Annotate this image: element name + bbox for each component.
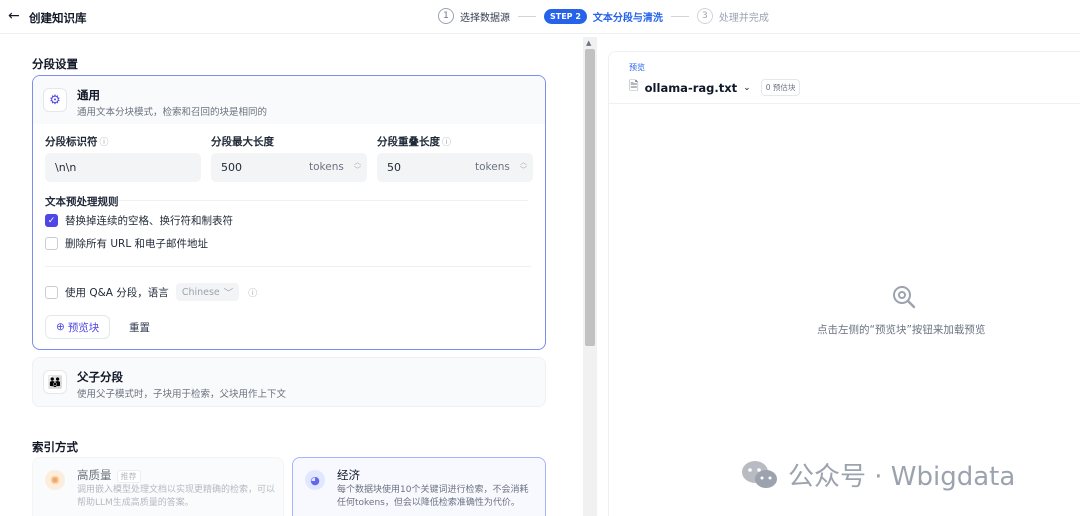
max-length-label: 分段最大长度 [211, 136, 274, 148]
economy-name: 经济 [337, 468, 360, 482]
step-2-pill: STEP 2 [544, 8, 587, 24]
page-title: 创建知识库 [29, 11, 87, 25]
help-icon[interactable]: ⓘ [442, 138, 451, 148]
overlap-value: 50 [387, 161, 401, 174]
parent-child-icon: 👪 [43, 370, 67, 394]
piggy-bank-icon: ◕ [305, 470, 325, 490]
qa-segment-option[interactable]: 使用 Q&A 分段，语言 Chinese ﹀ ⓘ [45, 283, 257, 301]
preview-chunks-button[interactable]: ⊕ 预览块 [45, 315, 111, 339]
sparkle-icon: ✺ [45, 470, 65, 490]
separator-label-text: 分段标识符 [45, 136, 98, 148]
rule2-label: 删除所有 URL 和电子邮件地址 [65, 238, 209, 250]
divider [45, 266, 531, 267]
watermark: 公众号 · Wbigdata [740, 456, 1015, 493]
recommended-badge: 推荐 [116, 470, 141, 483]
stepper: 1 选择数据源 STEP 2 文本分段与清洗 3 处理并完成 [438, 8, 769, 24]
scrollbar[interactable]: ▲ [583, 37, 597, 516]
general-card-header: ⚙ 通用 通用文本分块模式，检索和召回的块是相同的 [33, 76, 545, 124]
preview-label: 预览 [629, 63, 645, 72]
economy-desc: 每个数据块使用10个关键词进行检索，不会消耗任何tokens，但会以降低检索准确… [337, 485, 529, 508]
estimated-chunks-badge: 0 预估块 [760, 79, 801, 96]
high-quality-name: 高质量 推荐 [77, 467, 141, 483]
help-icon[interactable]: ⓘ [248, 286, 257, 299]
settings-panel: 分段设置 ⚙ 通用 通用文本分块模式，检索和召回的块是相同的 分段标识符 ⓘ 分段… [0, 35, 580, 516]
step-3-number: 3 [696, 8, 713, 24]
step-2-label: 文本分段与清洗 [592, 12, 663, 24]
qa-label: 使用 Q&A 分段，语言 [65, 286, 169, 299]
chevron-down-icon[interactable]: ⌄ [743, 83, 751, 93]
parent-child-card-name: 父子分段 [77, 370, 123, 384]
separator-label: 分段标识符 ⓘ [45, 134, 109, 149]
scroll-up-arrow-icon[interactable]: ▲ [586, 39, 591, 47]
chevron-down-icon: ﹀ [223, 288, 234, 299]
overlap-label: 分段重叠长度 ⓘ [377, 134, 451, 149]
high-quality-name-text: 高质量 [77, 468, 112, 482]
search-preview-icon [893, 286, 916, 309]
help-icon[interactable]: ⓘ [100, 138, 109, 148]
checkbox-icon[interactable] [45, 285, 58, 299]
wechat-icon [742, 460, 777, 488]
rules-divider [118, 200, 528, 201]
step-3-label: 处理并完成 [718, 12, 769, 24]
overlap-input[interactable]: 50 tokens ︿ ﹀ [377, 153, 533, 182]
checkbox-icon[interactable] [45, 237, 58, 250]
rule-replace-whitespace[interactable]: ✓ 替换掉连续的空格、换行符和制表符 [45, 213, 233, 228]
watermark-text: 公众号 · Wbigdata [788, 462, 1016, 492]
file-name: ollama-rag.txt [644, 80, 738, 95]
general-segment-card[interactable]: ⚙ 通用 通用文本分块模式，检索和召回的块是相同的 分段标识符 ⓘ 分段最大长度 … [32, 75, 546, 350]
high-quality-desc: 调用嵌入模型处理文档以实现更精确的检索，可以帮助LLM生成高质量的答案。 [77, 485, 276, 508]
general-card-name: 通用 [77, 88, 100, 102]
step-1-label: 选择数据源 [460, 12, 510, 24]
parent-child-segment-card[interactable]: 👪 父子分段 使用父子模式时，子块用于检索，父块用作上下文 [32, 357, 546, 407]
document-icon: 🗎 [629, 79, 639, 93]
index-section-title: 索引方式 [32, 440, 78, 454]
max-length-input[interactable]: 500 tokens ︿ ﹀ [211, 153, 367, 182]
step-connector [518, 15, 536, 17]
general-card-desc: 通用文本分块模式，检索和召回的块是相同的 [77, 107, 268, 118]
rule-remove-urls[interactable]: 删除所有 URL 和电子邮件地址 [45, 236, 208, 251]
file-selector[interactable]: 🗎 ollama-rag.txt ⌄ 0 预估块 [629, 77, 801, 98]
reset-button[interactable]: 重置 [129, 320, 150, 335]
language-select[interactable]: Chinese ﹀ [175, 283, 240, 301]
step-1-number: 1 [438, 8, 454, 24]
index-high-quality-card[interactable]: ✺ 高质量 推荐 调用嵌入模型处理文档以实现更精确的检索，可以帮助LLM生成高质量… [32, 457, 284, 516]
step-connector [670, 15, 689, 17]
back-arrow-icon[interactable]: ← [8, 8, 20, 24]
overlap-label-text: 分段重叠长度 [377, 136, 440, 148]
preview-panel: 预览 🗎 ollama-rag.txt ⌄ 0 预估块 点击左侧的“预览块”按钮… [608, 51, 1080, 516]
stepper-arrows-icon[interactable]: ︿ ﹀ [520, 158, 527, 174]
max-length-unit: tokens [309, 161, 344, 173]
rule1-label: 替换掉连续的空格、换行符和制表符 [65, 215, 233, 227]
index-economy-card[interactable]: ◕ 经济 每个数据块使用10个关键词进行检索，不会消耗任何tokens，但会以降… [292, 457, 546, 516]
max-length-value: 500 [221, 161, 242, 174]
preview-header: 预览 🗎 ollama-rag.txt ⌄ 0 预估块 [609, 52, 1080, 104]
preview-button-label: 预览块 [67, 321, 100, 334]
gear-icon: ⚙ [43, 88, 67, 112]
segment-section-title: 分段设置 [32, 57, 78, 71]
overlap-unit: tokens [475, 161, 510, 173]
search-icon: ⊕ [56, 321, 65, 333]
parent-child-card-desc: 使用父子模式时，子块用于检索，父块用作上下文 [77, 389, 287, 400]
checkbox-checked-icon[interactable]: ✓ [45, 214, 58, 227]
preprocess-rules-title: 文本预处理规则 [45, 196, 119, 208]
language-value: Chinese [181, 286, 220, 298]
separator-input[interactable]: \n\n [45, 153, 201, 182]
empty-preview-text: 点击左侧的“预览块”按钮来加载预览 [817, 324, 986, 336]
scrollbar-thumb[interactable] [585, 49, 595, 346]
stepper-arrows-icon[interactable]: ︿ ﹀ [354, 158, 361, 174]
top-bar: ← 创建知识库 1 选择数据源 STEP 2 文本分段与清洗 3 处理并完成 [0, 0, 1080, 34]
